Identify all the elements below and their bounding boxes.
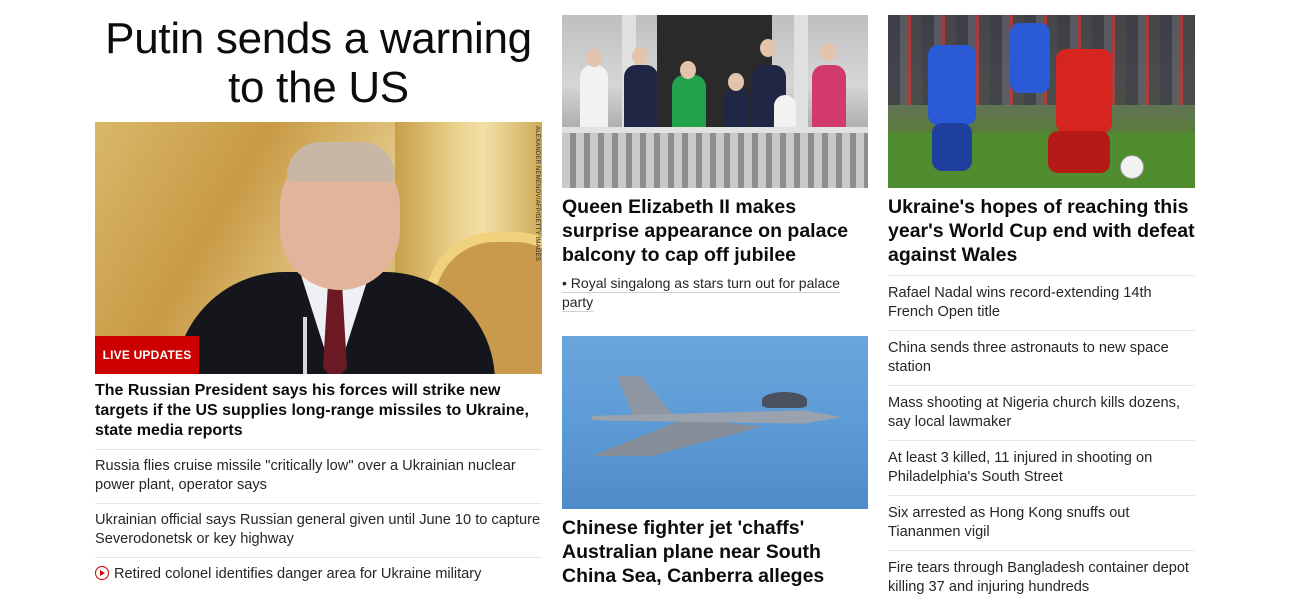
queen-balcony-image[interactable] [562, 15, 868, 188]
balcony-balustrade-shape [562, 133, 868, 188]
person-shape [580, 65, 608, 135]
player-shape [1056, 49, 1112, 133]
football-match-image[interactable] [888, 15, 1195, 188]
related-link[interactable]: Russia flies cruise missile "critically … [95, 458, 516, 493]
player-shape [1048, 131, 1110, 173]
person-head-shape [728, 73, 744, 91]
headline-link[interactable]: China sends three astronauts to new spac… [888, 340, 1169, 375]
list-item[interactable]: Six arrested as Hong Kong snuffs out Tia… [888, 495, 1195, 550]
fighter-jet-headline[interactable]: Chinese fighter jet 'chaffs' Australian … [562, 516, 868, 588]
related-link[interactable]: Ukrainian official says Russian general … [95, 512, 540, 547]
person-head-shape [820, 43, 836, 61]
column-shape [794, 15, 808, 135]
headline-link[interactable]: At least 3 killed, 11 injured in shootin… [888, 450, 1152, 485]
world-cup-headline[interactable]: Ukraine's hopes of reaching this year's … [888, 195, 1195, 267]
list-item[interactable]: China sends three astronauts to new spac… [888, 330, 1195, 385]
hair-shape [287, 142, 395, 182]
lead-related-list: Russia flies cruise missile "critically … [95, 449, 542, 592]
person-shape [812, 65, 846, 135]
player-shape [1010, 23, 1050, 93]
related-video-link[interactable]: Retired colonel identifies danger area f… [114, 566, 481, 582]
person-head-shape [632, 47, 648, 65]
lead-story-column: Putin sends a warning to the US ALEXANDE… [95, 0, 542, 592]
lead-headline[interactable]: Putin sends a warning to the US [95, 14, 542, 112]
live-updates-badge[interactable]: LIVE UPDATES [95, 336, 199, 374]
lead-image[interactable]: ALEXANDER NEMENOV/AFP/GETTY IMAGES LIVE … [95, 122, 542, 374]
person-head-shape [680, 61, 696, 79]
list-item[interactable]: Rafael Nadal wins record-extending 14th … [888, 275, 1195, 330]
person-head-shape [760, 39, 776, 57]
headline-link[interactable]: Six arrested as Hong Kong snuffs out Tia… [888, 505, 1129, 540]
microphone-shape [303, 317, 307, 374]
middle-column: Queen Elizabeth II makes surprise appear… [562, 0, 868, 588]
list-item[interactable]: At least 3 killed, 11 injured in shootin… [888, 440, 1195, 495]
headline-link[interactable]: Rafael Nadal wins record-extending 14th … [888, 285, 1152, 320]
football-shape [1120, 155, 1144, 179]
right-column: Ukraine's hopes of reaching this year's … [888, 0, 1195, 605]
list-item[interactable]: Fire tears through Bangladesh container … [888, 550, 1195, 605]
lead-summary-link[interactable]: The Russian President says his forces wi… [95, 381, 542, 441]
jet-canopy-shape [762, 392, 807, 408]
player-shape [928, 45, 976, 125]
list-item[interactable]: Ukrainian official says Russian general … [95, 503, 542, 557]
jet-tail-shape [617, 376, 677, 420]
photo-credit: ALEXANDER NEMENOV/AFP/GETTY IMAGES [534, 126, 540, 262]
fighter-jet-image[interactable] [562, 336, 868, 509]
list-item[interactable]: Russia flies cruise missile "critically … [95, 449, 542, 503]
royal-singalong-link[interactable]: • Royal singalong as stars turn out for … [562, 274, 868, 312]
play-video-icon [95, 566, 109, 580]
right-headline-list: Rafael Nadal wins record-extending 14th … [888, 275, 1195, 605]
headline-link[interactable]: Fire tears through Bangladesh container … [888, 560, 1189, 595]
person-head-shape [586, 49, 602, 67]
person-shape [624, 65, 658, 135]
headline-link[interactable]: Mass shooting at Nigeria church kills do… [888, 395, 1180, 430]
player-shape [932, 123, 972, 171]
queen-story-headline[interactable]: Queen Elizabeth II makes surprise appear… [562, 195, 868, 267]
list-item[interactable]: Retired colonel identifies danger area f… [95, 557, 542, 592]
list-item[interactable]: Mass shooting at Nigeria church kills do… [888, 385, 1195, 440]
